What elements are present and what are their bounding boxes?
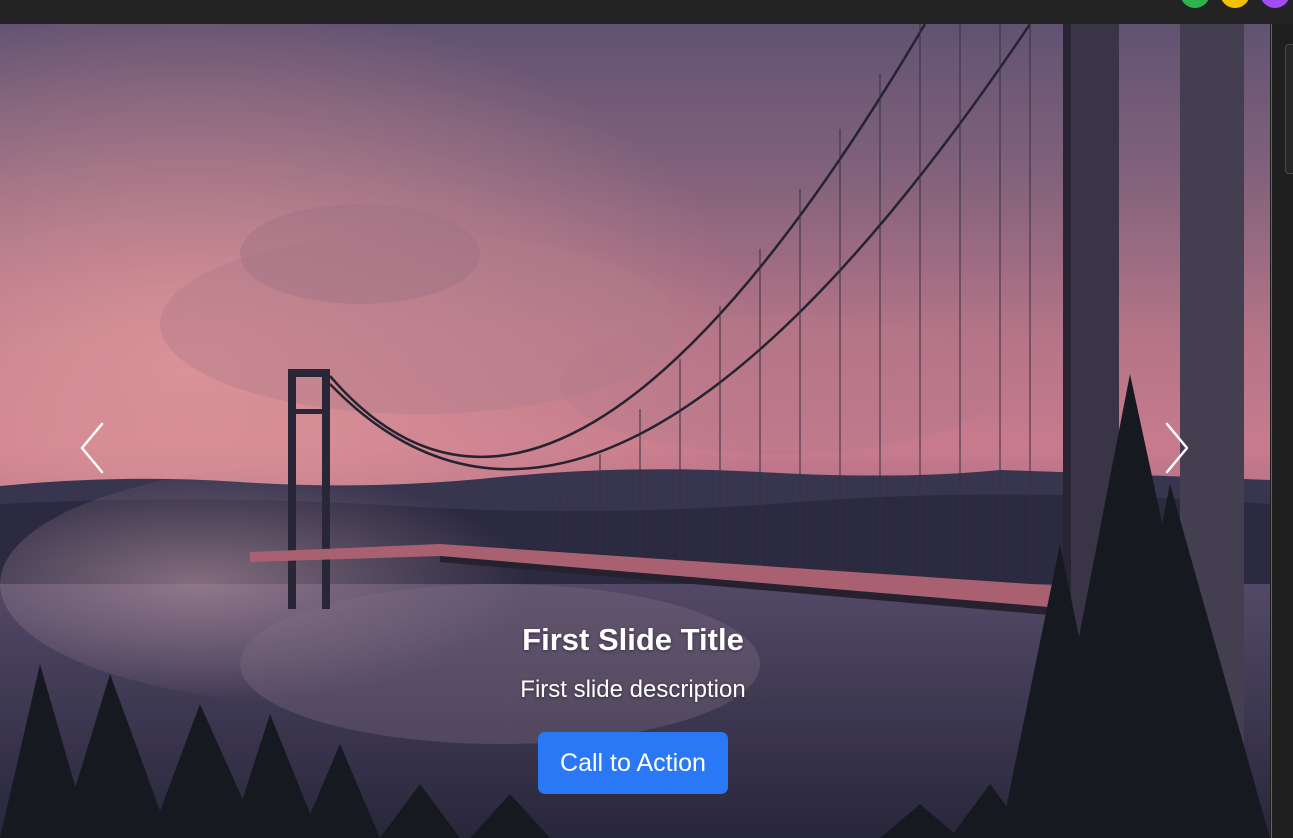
purple-indicator [1260,0,1290,8]
chevron-left-icon [80,422,104,474]
slide-caption: First Slide Title First slide descriptio… [0,622,1266,794]
green-indicator [1180,0,1210,8]
call-to-action-button[interactable]: Call to Action [538,732,728,794]
hero-carousel: First Slide Title First slide descriptio… [0,24,1270,838]
carousel-next-button[interactable] [1155,420,1195,476]
panel-handle[interactable] [1285,44,1293,174]
carousel-prev-button[interactable] [74,420,114,476]
chevron-right-icon [1165,422,1189,474]
slide-title: First Slide Title [522,622,744,657]
side-panel [1271,24,1293,838]
slide-description: First slide description [520,676,746,703]
window-titlebar [0,0,1293,24]
yellow-indicator [1220,0,1250,8]
